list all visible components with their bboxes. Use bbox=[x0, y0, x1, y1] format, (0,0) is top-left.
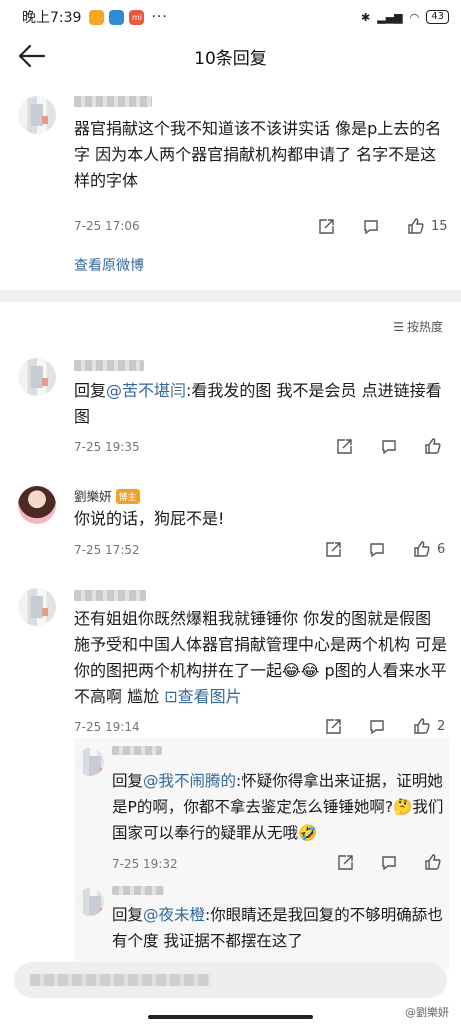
like-icon[interactable] bbox=[424, 853, 442, 871]
section-divider bbox=[0, 290, 461, 302]
home-indicator[interactable] bbox=[148, 1015, 313, 1019]
sort-by-hot-button[interactable]: ☰ 按热度 bbox=[393, 318, 443, 335]
status-bar: 晚上7:39 mi ··· ✱ ▂▄▆ ◠ 43 bbox=[0, 0, 461, 34]
comment-time: 7-25 19:35 bbox=[74, 440, 140, 454]
reply-prefix: 回复 bbox=[112, 772, 144, 790]
watermark: @劉樂妍 bbox=[405, 1006, 449, 1019]
comment-time: 7-25 17:06 bbox=[74, 219, 140, 233]
avatar[interactable] bbox=[76, 888, 104, 916]
blurred-username[interactable] bbox=[112, 746, 162, 755]
comment-icon[interactable] bbox=[362, 218, 380, 236]
mi-app-icon: mi bbox=[129, 9, 145, 25]
like-count: 2 bbox=[437, 719, 446, 734]
wifi-icon: ◠ bbox=[409, 10, 420, 24]
share-icon[interactable] bbox=[335, 438, 353, 456]
mention-link[interactable]: @夜未橙 bbox=[143, 906, 205, 924]
view-original-link[interactable]: 查看原微博 bbox=[74, 255, 144, 275]
reply-body: 还有姐姐你既然爆粗我就锤锤你 你发的图就是假图 施予受和中国人体器官捐献管理中心… bbox=[74, 609, 448, 706]
mention-link[interactable]: @我不闹腾的 bbox=[143, 772, 236, 790]
blurred-username[interactable] bbox=[74, 360, 144, 371]
comment-icon[interactable] bbox=[380, 438, 398, 456]
reply-prefix: 回复 bbox=[112, 906, 144, 924]
share-icon[interactable] bbox=[336, 854, 354, 872]
signal-icon: ▂▄▆ bbox=[377, 10, 403, 24]
image-icon: ⊡ bbox=[164, 687, 178, 706]
notification-icons: mi ··· bbox=[89, 9, 167, 25]
like-count: 6 bbox=[437, 542, 446, 557]
status-right: ✱ ▂▄▆ ◠ 43 bbox=[361, 10, 449, 24]
comment-time: 7-25 17:52 bbox=[74, 543, 140, 557]
comment-time: 7-25 19:14 bbox=[74, 720, 140, 734]
blurred-username[interactable] bbox=[112, 886, 164, 895]
comment-icon[interactable] bbox=[368, 541, 386, 559]
avatar[interactable] bbox=[18, 358, 56, 396]
root-comment-text: 器官捐献这个我不知道该不该讲实话 像是p上去的名字 因为本人两个器官捐献机构都申… bbox=[74, 119, 442, 190]
sub-reply-text: 回复@我不闹腾的:怀疑你得拿出来证据，证明她是P的啊，你都不拿去鉴定怎么锤锤她啊… bbox=[112, 768, 447, 846]
share-icon[interactable] bbox=[317, 218, 335, 236]
back-arrow-icon[interactable] bbox=[16, 42, 48, 70]
reply-text: 还有姐姐你既然爆粗我就锤锤你 你发的图就是假图 施予受和中国人体器官捐献管理中心… bbox=[74, 606, 449, 710]
blogger-badge: 博主 bbox=[115, 489, 140, 504]
page-title: 10条回复 bbox=[194, 48, 267, 69]
share-icon[interactable] bbox=[324, 718, 342, 736]
avatar[interactable] bbox=[76, 748, 104, 776]
blurred-username[interactable] bbox=[74, 96, 152, 107]
comment-icon[interactable] bbox=[368, 718, 386, 736]
sub-reply-text: 回复@夜未橙:你眼睛还是我回复的不够明确舔也有个度 我证据不都摆在这了 bbox=[112, 902, 447, 954]
avatar[interactable] bbox=[18, 588, 56, 626]
sort-label: 按热度 bbox=[406, 320, 443, 334]
reply-text: 回复@苦不堪闫:看我发的图 我不是会员 点进链接看图 bbox=[74, 378, 444, 430]
username-text[interactable]: 劉樂妍 bbox=[74, 489, 112, 504]
like-icon[interactable] bbox=[413, 717, 431, 735]
reply-input[interactable] bbox=[14, 962, 447, 998]
reply-text: 你说的话，狗屁不是! bbox=[74, 509, 225, 528]
view-image-link[interactable]: ⊡查看图片 bbox=[164, 687, 241, 706]
reply-prefix: 回复 bbox=[74, 381, 107, 400]
like-icon[interactable] bbox=[413, 540, 431, 558]
comment-time: 7-25 19:32 bbox=[112, 857, 178, 871]
nav-bar: 10条回复 bbox=[0, 34, 461, 78]
like-icon[interactable] bbox=[407, 217, 425, 235]
view-image-label[interactable]: 查看图片 bbox=[178, 687, 242, 706]
battery-icon: 43 bbox=[426, 10, 449, 24]
avatar[interactable] bbox=[18, 486, 56, 524]
comment-icon[interactable] bbox=[380, 854, 398, 872]
mention-link[interactable]: @苦不堪闫 bbox=[106, 381, 186, 400]
bluetooth-icon: ✱ bbox=[361, 10, 371, 24]
notification-app-icon bbox=[109, 9, 125, 25]
blurred-placeholder bbox=[30, 974, 210, 986]
status-time: 晚上7:39 bbox=[22, 10, 82, 26]
avatar[interactable] bbox=[18, 96, 56, 134]
share-icon[interactable] bbox=[324, 541, 342, 559]
like-icon[interactable] bbox=[424, 437, 442, 455]
username[interactable]: 劉樂妍 博主 bbox=[74, 486, 140, 505]
like-count: 15 bbox=[431, 219, 448, 234]
more-notifications-icon: ··· bbox=[151, 9, 168, 25]
sort-icon: ☰ bbox=[393, 319, 404, 334]
notification-app-icon bbox=[89, 9, 105, 25]
blurred-username[interactable] bbox=[74, 590, 146, 601]
